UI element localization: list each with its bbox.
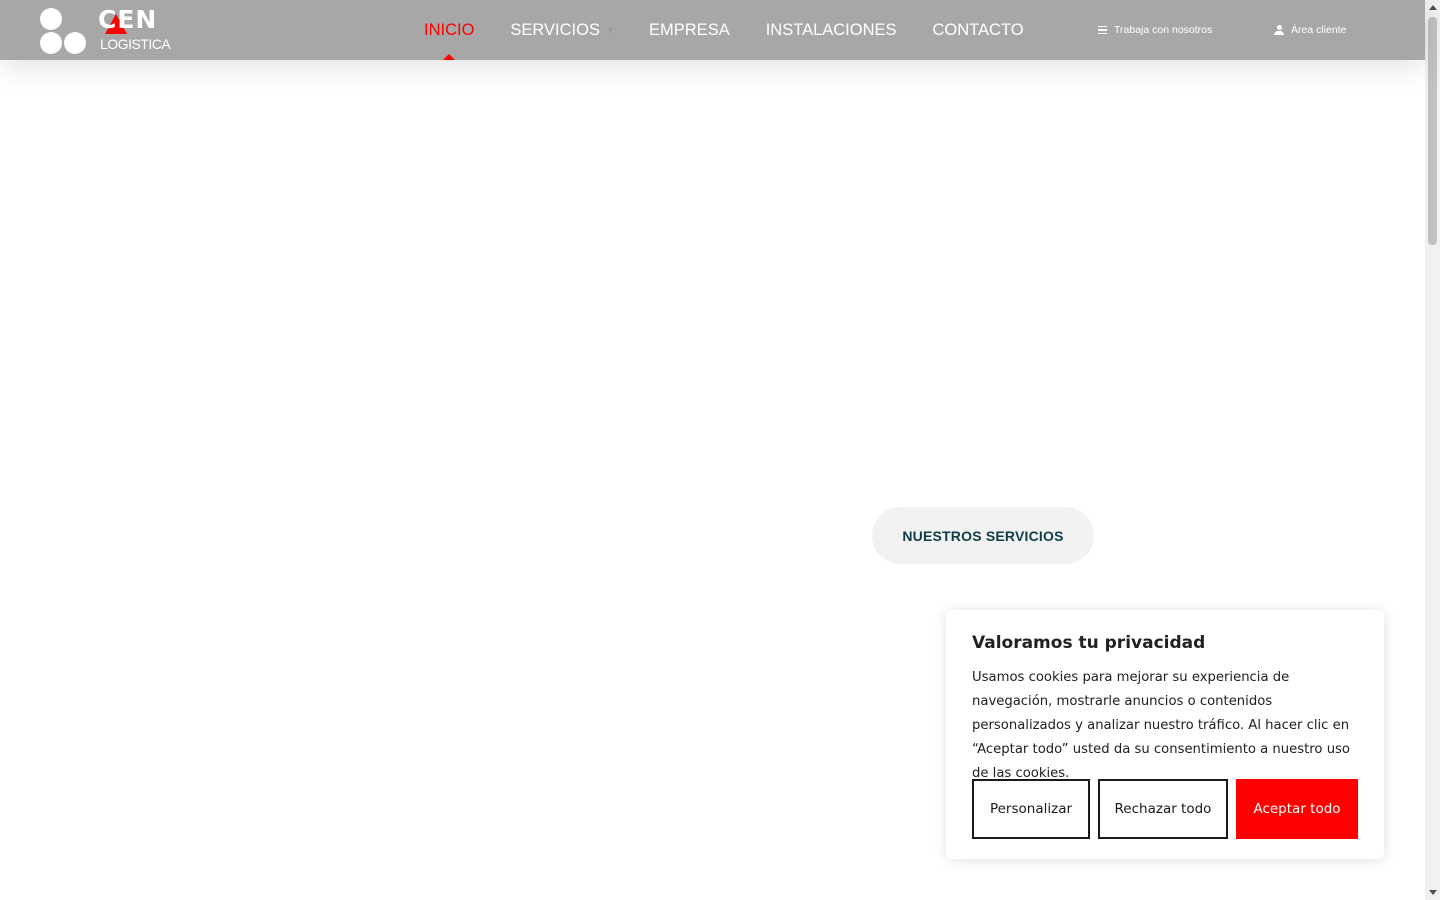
reject-all-button[interactable]: Rechazar todo <box>1098 779 1228 839</box>
logo-dot <box>64 32 86 54</box>
nav-item-label: INSTALACIONES <box>765 20 897 39</box>
jobs-label: Trabaja con nosotros <box>1114 24 1213 36</box>
nav-item-contacto[interactable]: CONTACTO <box>933 0 1024 60</box>
scrollbar-thumb[interactable] <box>1428 17 1437 245</box>
cookie-buttons: Personalizar Rechazar todo Aceptar todo <box>972 779 1358 839</box>
nav-item-instalaciones[interactable]: INSTALACIONES <box>766 0 897 60</box>
nav-item-label: INICIO <box>424 20 475 39</box>
nav-item-empresa[interactable]: EMPRESA <box>649 0 730 60</box>
customize-button[interactable]: Personalizar <box>972 779 1090 839</box>
nav-item-servicios[interactable]: SERVICIOS ▾ <box>510 0 613 60</box>
jobs-link[interactable]: Trabaja con nosotros <box>1098 0 1212 60</box>
client-area-label: Área cliente <box>1291 24 1347 36</box>
cookie-text: Usamos cookies para mejorar su experienc… <box>972 670 1350 781</box>
services-button[interactable]: NUESTROS SERVICIOS <box>872 507 1094 564</box>
chevron-down-icon: ▾ <box>607 24 614 36</box>
menu-icon <box>1098 26 1107 34</box>
logo-dot <box>40 8 62 30</box>
logo-subtitle: LOGISTICA <box>100 36 171 52</box>
cookie-title: Valoramos tu privacidad <box>972 633 1206 653</box>
nav-item-label: SERVICIOS <box>510 20 600 39</box>
logo[interactable]: CEN LOGISTICA <box>40 5 171 54</box>
main-nav: INICIO SERVICIOS ▾ EMPRESA INSTALACIONES… <box>424 0 1060 60</box>
nav-item-label: CONTACTO <box>932 20 1024 39</box>
scroll-down-arrow-icon[interactable] <box>1429 890 1437 895</box>
logo-dot <box>40 32 62 54</box>
cookie-banner: Valoramos tu privacidad Usamos cookies p… <box>946 610 1384 859</box>
accept-all-button[interactable]: Aceptar todo <box>1236 779 1358 839</box>
client-area-link[interactable]: Área cliente <box>1274 0 1346 60</box>
active-marker <box>443 54 456 60</box>
user-icon <box>1274 25 1284 35</box>
scroll-up-arrow-icon[interactable] <box>1429 5 1437 10</box>
nav-item-label: EMPRESA <box>649 20 730 39</box>
nav-item-inicio[interactable]: INICIO <box>424 0 474 60</box>
scrollbar[interactable] <box>1425 0 1440 900</box>
logo-brand: CEN <box>98 5 158 34</box>
site-header: CEN LOGISTICA INICIO SERVICIOS ▾ EMPRESA… <box>0 0 1425 60</box>
